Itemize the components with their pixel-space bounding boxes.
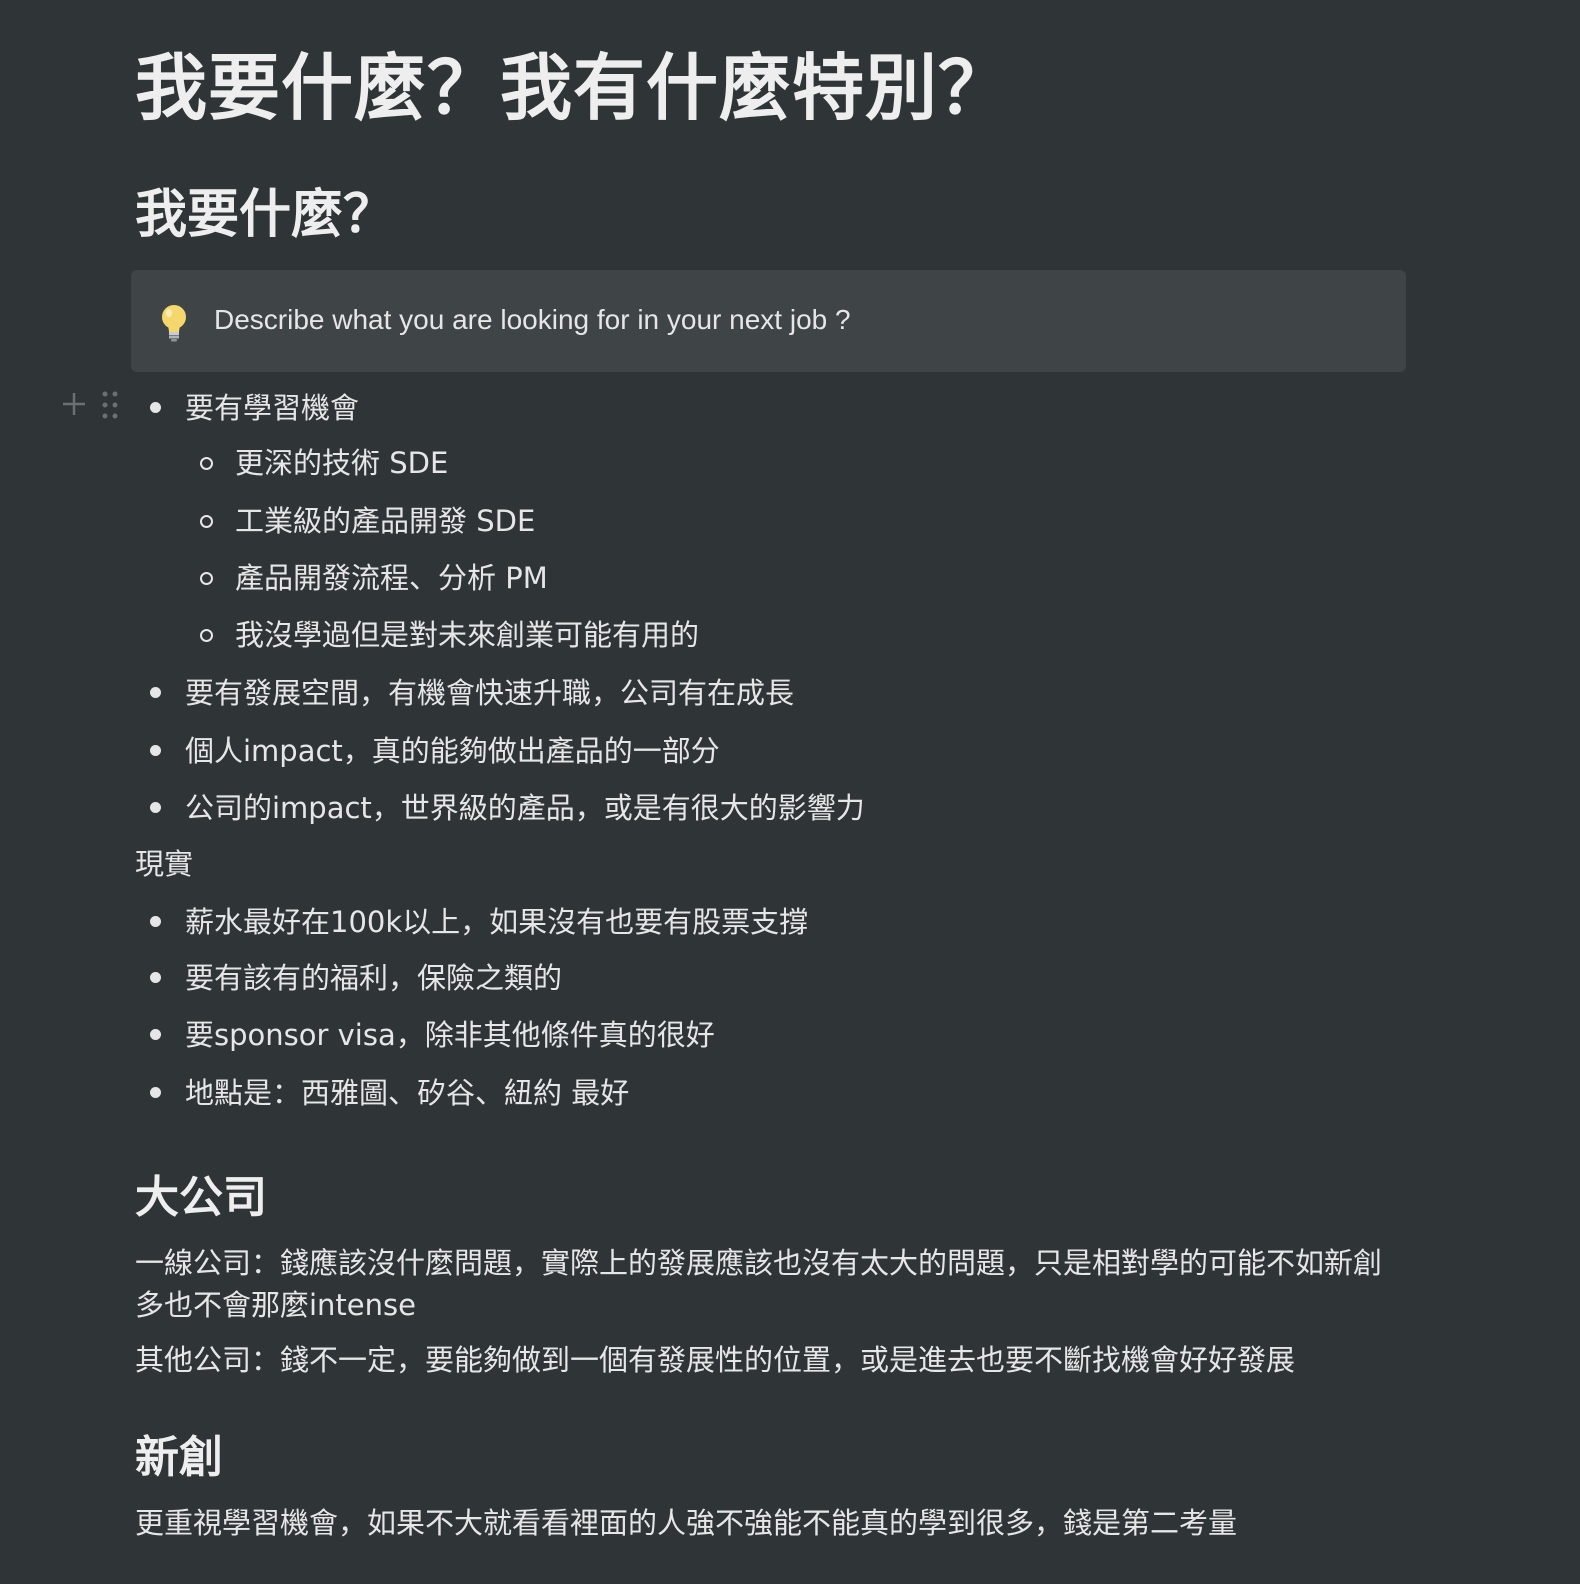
sub-bullet-icon	[200, 515, 213, 528]
list-item[interactable]: 要有該有的福利，保險之類的	[185, 956, 562, 1000]
bullet-icon	[150, 802, 161, 813]
bullet-icon	[150, 1029, 161, 1040]
sub-list-item[interactable]: 我沒學過但是對未來創業可能有用的	[235, 613, 699, 657]
sub-list-item[interactable]: 產品開發流程、分析 PM	[235, 556, 548, 600]
bullet-icon	[150, 972, 161, 983]
bullet-icon	[150, 916, 161, 927]
list-item[interactable]: 公司的impact，世界級的產品，或是有很大的影響力	[185, 786, 865, 830]
paragraph-tier1[interactable]: 一線公司：錢應該沒什麼問題，實際上的發展應該也沒有太大的問題，只是相對學的可能不…	[135, 1242, 1405, 1326]
section-heading-want: 我要什麼？	[135, 185, 396, 245]
drag-handle-icon[interactable]	[101, 390, 119, 420]
list-item[interactable]: 地點是：西雅圖、矽谷、紐約 最好	[185, 1071, 629, 1115]
lightbulb-icon	[162, 305, 186, 342]
list-item[interactable]: 個人impact，真的能夠做出產品的一部分	[185, 729, 720, 773]
sub-list-item[interactable]: 工業級的產品開發 SDE	[235, 499, 535, 543]
bullet-icon	[150, 745, 161, 756]
page-title: 我要什麼？我有什麼特別？	[135, 46, 1012, 130]
add-block-icon[interactable]	[60, 390, 88, 418]
list-item[interactable]: 要有發展空間，有機會快速升職，公司有在成長	[185, 671, 794, 715]
section-heading-startup: 新創	[135, 1432, 223, 1483]
paragraph-startup[interactable]: 更重視學習機會，如果不大就看看裡面的人強不強能不能真的學到很多，錢是第二考量	[135, 1502, 1405, 1544]
callout-block[interactable]: Describe what you are looking for in you…	[131, 270, 1406, 372]
list-item[interactable]: 要sponsor visa，除非其他條件真的很好	[185, 1013, 715, 1057]
sub-bullet-icon	[200, 572, 213, 585]
sub-bullet-icon	[200, 457, 213, 470]
paragraph-other-companies[interactable]: 其他公司：錢不一定，要能夠做到一個有發展性的位置，或是進去也要不斷找機會好好發展	[135, 1339, 1405, 1381]
reality-label[interactable]: 現實	[135, 842, 193, 886]
bullet-icon	[150, 402, 161, 413]
sub-bullet-icon	[200, 629, 213, 642]
callout-text: Describe what you are looking for in you…	[214, 304, 851, 335]
list-item[interactable]: 要有學習機會	[185, 386, 359, 430]
sub-list-item[interactable]: 更深的技術 SDE	[235, 441, 448, 485]
bullet-icon	[150, 1087, 161, 1098]
bullet-icon	[150, 687, 161, 698]
list-item[interactable]: 薪水最好在100k以上，如果沒有也要有股票支撐	[185, 900, 808, 944]
section-heading-big-company: 大公司	[135, 1172, 267, 1223]
